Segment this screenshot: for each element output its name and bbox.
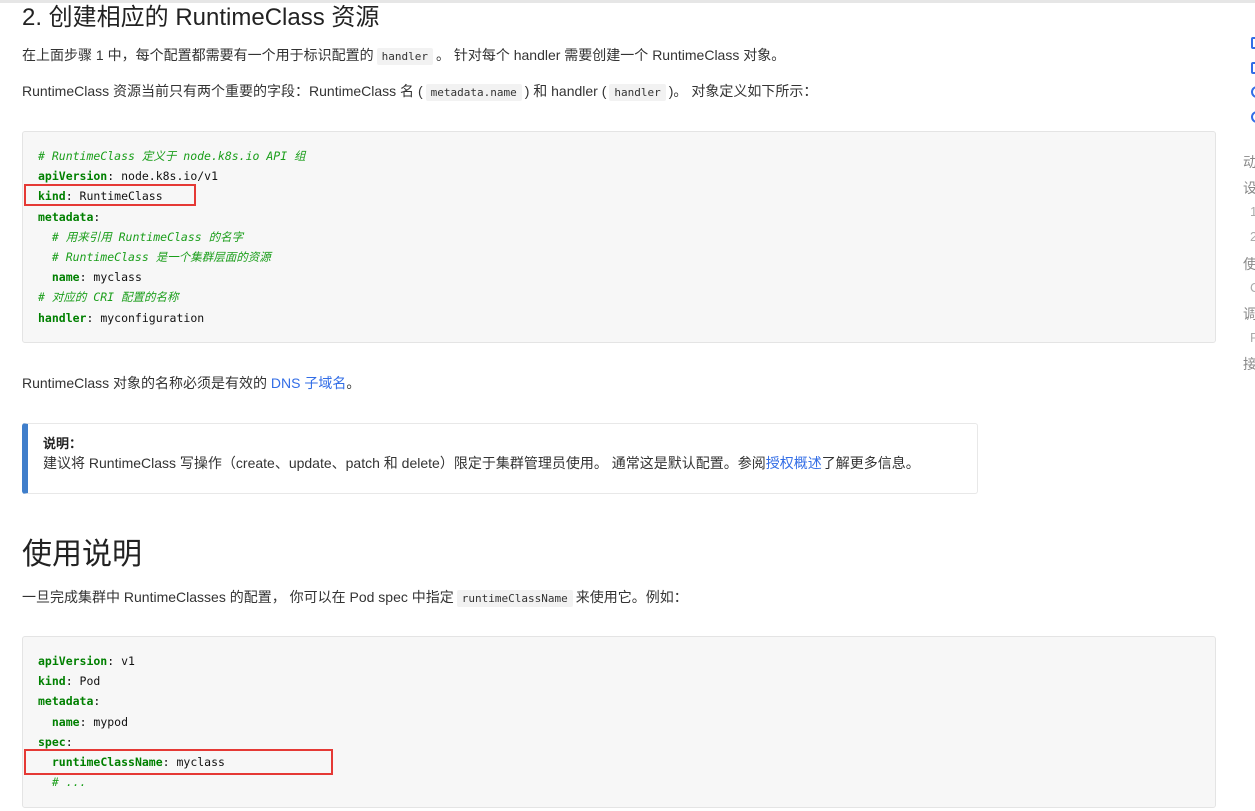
highlight-box-kind	[24, 184, 196, 206]
code-key: metadata	[38, 209, 94, 224]
code-comment: # RuntimeClass 是一个集群层面的资源	[38, 250, 271, 265]
code-content: # RuntimeClass 定义于 node.k8s.io API 组 api…	[38, 146, 306, 328]
paragraph-text: RuntimeClass 资源当前只有两个重要的字段：RuntimeClass …	[22, 83, 423, 99]
toc-item[interactable]: 接	[1243, 354, 1255, 374]
inline-code-handler: handler	[609, 84, 666, 101]
toc-item[interactable]: C	[1250, 280, 1255, 295]
toc-item[interactable]: 1	[1250, 204, 1255, 219]
note-callout: 说明： 建议将 RuntimeClass 写操作（create、update、p…	[22, 423, 978, 494]
toc-item[interactable]: 动	[1243, 152, 1255, 172]
code-comment: # 用来引用 RuntimeClass 的名字	[38, 229, 244, 244]
code-value: :	[93, 209, 101, 224]
note-body: 建议将 RuntimeClass 写操作（create、update、patch…	[43, 453, 920, 473]
authorization-overview-link[interactable]: 授权概述	[766, 455, 822, 471]
toc-item[interactable]: 设	[1243, 178, 1255, 198]
section-heading-create-runtimeclass: 2. 创建相应的 RuntimeClass 资源	[22, 4, 380, 31]
code-comment: # RuntimeClass 定义于 node.k8s.io API 组	[38, 149, 306, 163]
code-value: :	[93, 694, 101, 709]
note-text: 建议将 RuntimeClass 写操作（create、update、patch…	[43, 455, 766, 471]
code-value: : myclass	[79, 270, 142, 285]
create-issue-icon[interactable]	[1251, 86, 1255, 98]
paragraph-fields: RuntimeClass 资源当前只有两个重要的字段：RuntimeClass …	[22, 81, 817, 103]
paragraph-text: 一旦完成集群中 RuntimeClasses 的配置， 你可以在 Pod spe…	[22, 589, 454, 605]
code-key: name	[51, 714, 80, 729]
paragraph-text: 。 针对每个 handler 需要创建一个 RuntimeClass 对象。	[435, 47, 786, 63]
code-value: : v1	[107, 654, 135, 668]
inline-code-handler: handler	[376, 48, 433, 65]
toc-item[interactable]: 使	[1243, 254, 1255, 274]
create-child-page-icon[interactable]	[1251, 62, 1255, 74]
section-heading-usage: 使用说明	[22, 538, 142, 571]
code-key: name	[51, 270, 80, 285]
paragraph-text: RuntimeClass 对象的名称必须是有效的	[22, 375, 271, 391]
toc-item[interactable]: F	[1250, 330, 1255, 345]
code-key: handler	[38, 310, 87, 325]
inline-code-metadata-name: metadata.name	[425, 84, 522, 101]
table-of-contents-sidebar: 动 设 1 2 使 C 调 F 接	[1236, 0, 1255, 811]
paragraph-handler-intro: 在上面步骤 1 中，每个配置都需要有一个用于标识配置的 handler。 针对每个…	[22, 45, 785, 67]
code-value: : node.k8s.io/v1	[107, 169, 219, 184]
code-key: spec	[38, 734, 66, 749]
paragraph-dns-name: RuntimeClass 对象的名称必须是有效的 DNS 子域名。	[22, 373, 360, 393]
print-icon[interactable]	[1251, 111, 1255, 123]
paragraph-usage-intro: 一旦完成集群中 RuntimeClasses 的配置， 你可以在 Pod spe…	[22, 587, 688, 609]
code-value: : Pod	[65, 674, 101, 689]
paragraph-text: 。	[346, 375, 361, 391]
code-block-pod[interactable]: apiVersion: v1 kind: Pod metadata: name:…	[22, 636, 1216, 808]
code-value: : myconfiguration	[86, 310, 205, 325]
edit-page-icon[interactable]	[1251, 37, 1255, 49]
paragraph-text: )。 对象定义如下所示：	[668, 83, 818, 99]
code-comment: # ...	[38, 775, 87, 790]
inline-code-runtimeclassname: runtimeClassName	[456, 590, 573, 607]
paragraph-text: ) 和 handler (	[524, 83, 607, 99]
code-value: :	[65, 734, 73, 749]
paragraph-text: 来使用它。例如：	[575, 589, 688, 605]
toc-item[interactable]: 调	[1243, 304, 1255, 324]
code-key: apiVersion	[38, 654, 108, 668]
code-key: apiVersion	[38, 169, 108, 184]
note-text: 了解更多信息。	[821, 455, 920, 471]
code-key: metadata	[38, 694, 94, 709]
toc-item[interactable]: 2	[1250, 229, 1255, 244]
note-title: 说明：	[43, 436, 83, 451]
code-value: : mypod	[79, 714, 129, 729]
highlight-box-runtimeclassname	[24, 749, 333, 775]
code-comment: # 对应的 CRI 配置的名称	[38, 290, 179, 305]
dns-subdomain-link[interactable]: DNS 子域名	[271, 375, 346, 391]
paragraph-text: 在上面步骤 1 中，每个配置都需要有一个用于标识配置的	[22, 47, 374, 63]
code-block-runtimeclass[interactable]: # RuntimeClass 定义于 node.k8s.io API 组 api…	[22, 131, 1216, 343]
code-key: kind	[38, 674, 66, 689]
